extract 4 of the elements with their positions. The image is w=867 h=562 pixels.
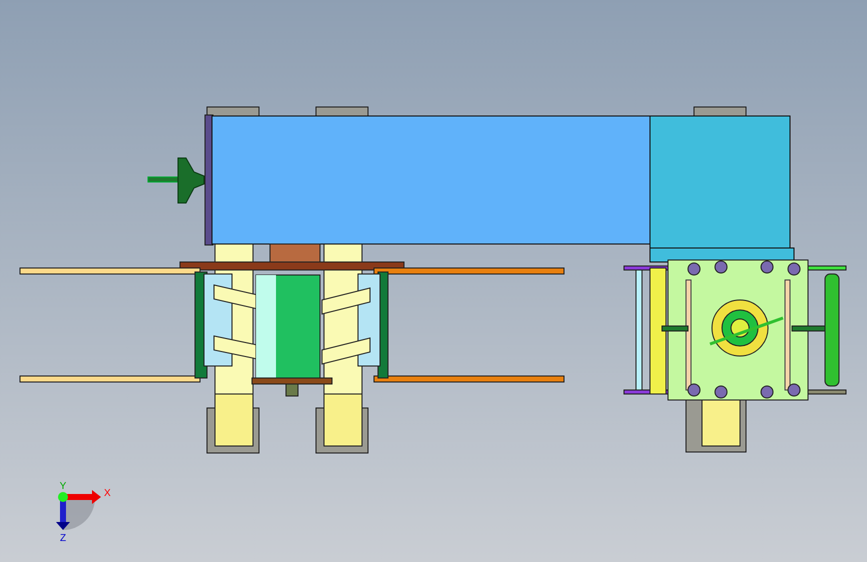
origin-icon (58, 492, 68, 502)
axis-label: Z (60, 533, 66, 544)
axis-label: Y (60, 481, 66, 492)
axis-label: X (104, 488, 111, 499)
